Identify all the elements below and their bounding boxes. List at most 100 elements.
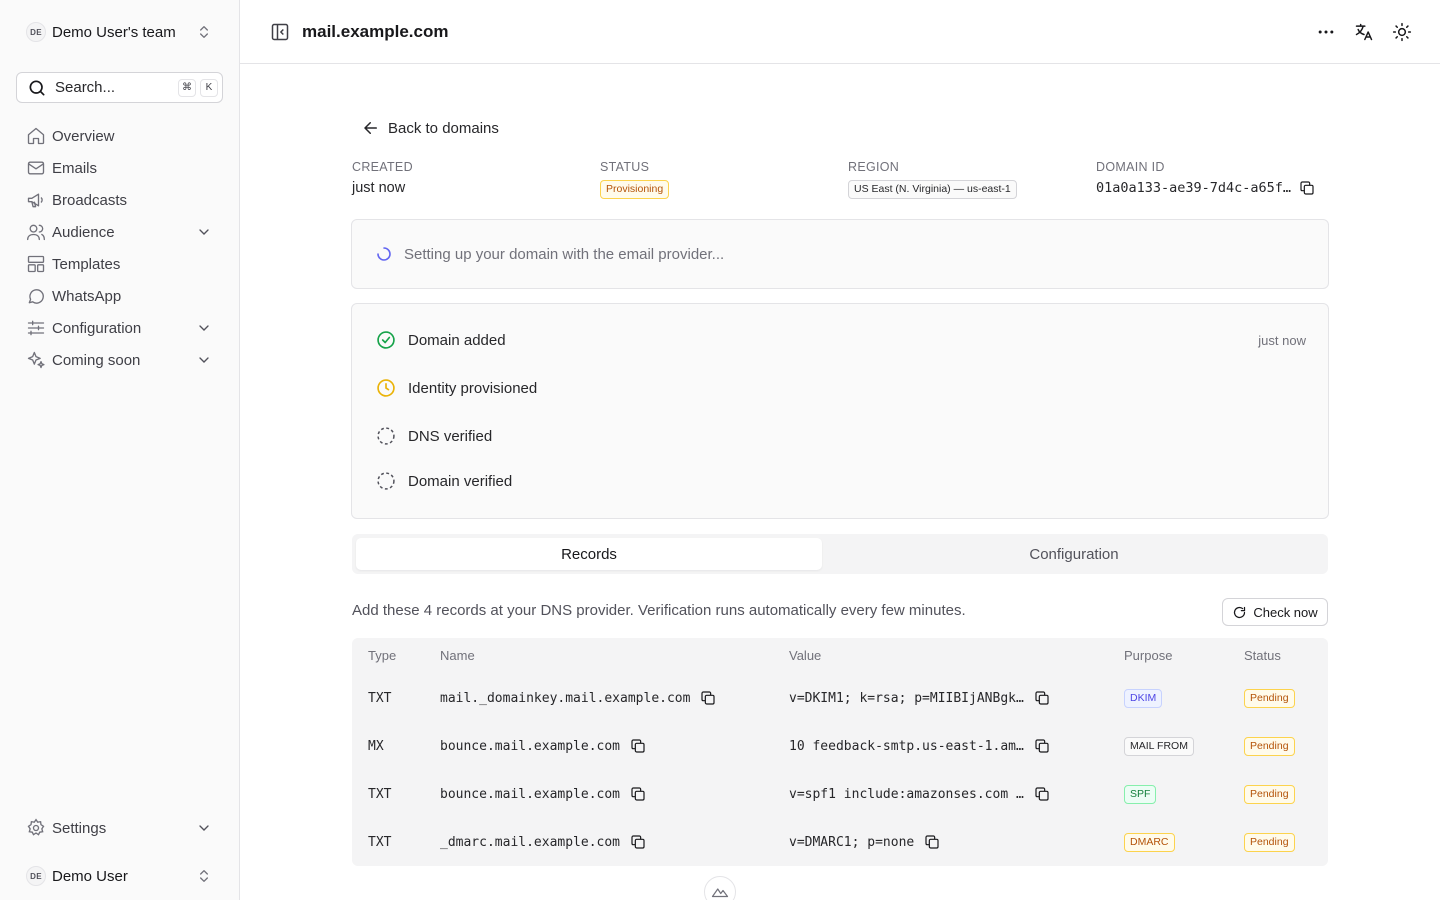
meta-label: DOMAIN ID [1096, 160, 1165, 174]
record-name: bounce.mail.example.com [440, 786, 621, 802]
record-type: TXT [368, 690, 392, 706]
table-row: TXT _dmarc.mail.example.com v=DMARC1; p=… [352, 818, 1328, 866]
sidebar-toggle-icon[interactable] [270, 22, 290, 42]
sidebar-item-label: Overview [52, 127, 115, 145]
sidebar-item-broadcasts[interactable]: Broadcasts [16, 184, 224, 216]
team-name: Demo User's team [52, 23, 176, 41]
check-now-button[interactable]: Check now [1222, 598, 1328, 626]
step-dns-verified: DNS verified [376, 426, 1306, 446]
sidebar-item-coming-soon[interactable]: Coming soon [16, 344, 224, 376]
meta-value: just now [352, 180, 406, 196]
dns-records-table: Type Name Value Purpose Status TXT mail.… [352, 638, 1328, 866]
sidebar-item-configuration[interactable]: Configuration [16, 312, 224, 344]
team-switcher[interactable]: DE Demo User's team [16, 14, 224, 50]
search-icon [29, 80, 45, 95]
table-row: TXT mail._domainkey.mail.example.com v=D… [352, 674, 1328, 722]
refresh-icon [1234, 606, 1246, 618]
column-header-name: Name [440, 648, 475, 663]
copy-icon[interactable] [924, 834, 940, 850]
domain-id-value: 01a0a133-ae39-7d4c-a65f… [1096, 180, 1292, 196]
status-badge: Pending [1244, 688, 1295, 708]
translate-icon [1355, 23, 1373, 41]
tab-records[interactable]: Records [356, 538, 822, 570]
table-row: MX bounce.mail.example.com 10 feedback-s… [352, 722, 1328, 770]
sidebar-item-templates[interactable]: Templates [16, 248, 224, 280]
column-header-value: Value [789, 648, 822, 663]
record-value: v=DMARC1; p=none [789, 834, 915, 850]
loading-spinner-icon [377, 247, 391, 261]
sidebar-settings: Settings [16, 812, 224, 844]
tab-configuration[interactable]: Configuration [824, 538, 1324, 570]
layout-icon [27, 255, 45, 273]
dashed-circle-icon [377, 427, 395, 445]
sliders-icon [27, 320, 45, 336]
step-domain-verified: Domain verified [376, 471, 1306, 491]
sidebar-item-label: Audience [52, 223, 115, 241]
chevron-down-icon[interactable] [196, 320, 212, 336]
region-badge: US East (N. Virginia) — us-east-1 [848, 180, 1017, 199]
step-label: DNS verified [408, 427, 493, 445]
gear-icon [27, 818, 45, 836]
sidebar-item-settings[interactable]: Settings [16, 812, 224, 844]
record-name: _dmarc.mail.example.com [440, 834, 621, 850]
copy-icon[interactable] [630, 834, 646, 850]
sidebar-item-label: Configuration [52, 319, 142, 337]
copy-icon[interactable] [630, 738, 646, 754]
app-logo[interactable] [704, 876, 736, 900]
sidebar-item-label: WhatsApp [52, 287, 122, 305]
check-now-label: Check now [1253, 604, 1318, 620]
meta-region: REGION US East (N. Virginia) — us-east-1 [848, 160, 1017, 199]
chevron-down-icon[interactable] [196, 352, 212, 368]
purpose-badge: DKIM [1124, 688, 1163, 708]
step-time: just now [1258, 332, 1306, 348]
status-badge: Pending [1244, 736, 1295, 756]
header-actions [1316, 20, 1412, 44]
sidebar-nav: Overview Emails Broadcasts Audience Temp… [16, 120, 224, 376]
tabs: Records Configuration [352, 534, 1328, 574]
sidebar-item-overview[interactable]: Overview [16, 120, 224, 152]
meta-status: STATUS Provisioning [600, 160, 670, 199]
purpose-badge: DMARC [1124, 832, 1175, 852]
chevrons-up-down-icon [200, 870, 208, 882]
team-avatar: DE [26, 22, 46, 42]
sidebar-item-emails[interactable]: Emails [16, 152, 224, 184]
search-input[interactable]: Search... ⌘ K [16, 72, 223, 103]
verification-steps: Domain added just now Identity provision… [351, 303, 1329, 519]
theme-toggle-button[interactable] [1392, 20, 1412, 44]
arrow-left-icon [364, 122, 377, 134]
sidebar-item-label: Settings [52, 819, 107, 837]
more-button[interactable] [1316, 20, 1336, 44]
mountain-logo-icon [711, 888, 729, 898]
user-menu[interactable]: DE Demo User [16, 860, 224, 892]
meta-domain-id: DOMAIN ID 01a0a133-ae39-7d4c-a65f… [1096, 160, 1315, 196]
sidebar-item-audience[interactable]: Audience [16, 216, 224, 248]
status-badge: Pending [1244, 784, 1295, 804]
home-icon [27, 127, 45, 145]
record-value: v=DKIM1; k=rsa; p=MIIBIjANBgk… [789, 690, 1024, 706]
column-header-status: Status [1244, 648, 1281, 663]
column-header-purpose: Purpose [1124, 648, 1173, 663]
copy-icon[interactable] [630, 786, 646, 802]
search-placeholder: Search... [55, 79, 116, 96]
megaphone-icon [27, 193, 43, 208]
copy-icon[interactable] [1034, 738, 1050, 754]
record-name: bounce.mail.example.com [440, 738, 621, 754]
copy-icon[interactable] [700, 690, 716, 706]
status-badge: Pending [1244, 832, 1295, 852]
step-label: Identity provisioned [408, 379, 538, 397]
chevron-down-icon[interactable] [196, 224, 212, 240]
sidebar-item-whatsapp[interactable]: WhatsApp [16, 280, 224, 312]
back-to-domains-link[interactable]: Back to domains [362, 116, 499, 140]
sparkles-icon [27, 351, 45, 369]
sidebar-item-label: Emails [52, 159, 98, 177]
more-horizontal-icon [1318, 30, 1334, 34]
copy-icon[interactable] [1299, 180, 1315, 196]
language-button[interactable] [1354, 20, 1374, 44]
chevron-down-icon[interactable] [196, 820, 212, 836]
copy-icon[interactable] [1034, 786, 1050, 802]
copy-icon[interactable] [1034, 690, 1050, 706]
kbd-command: ⌘ [178, 78, 196, 97]
dns-instructions: Add these 4 records at your DNS provider… [352, 602, 966, 619]
mail-icon [27, 161, 45, 175]
chevrons-up-down-icon [200, 26, 208, 38]
